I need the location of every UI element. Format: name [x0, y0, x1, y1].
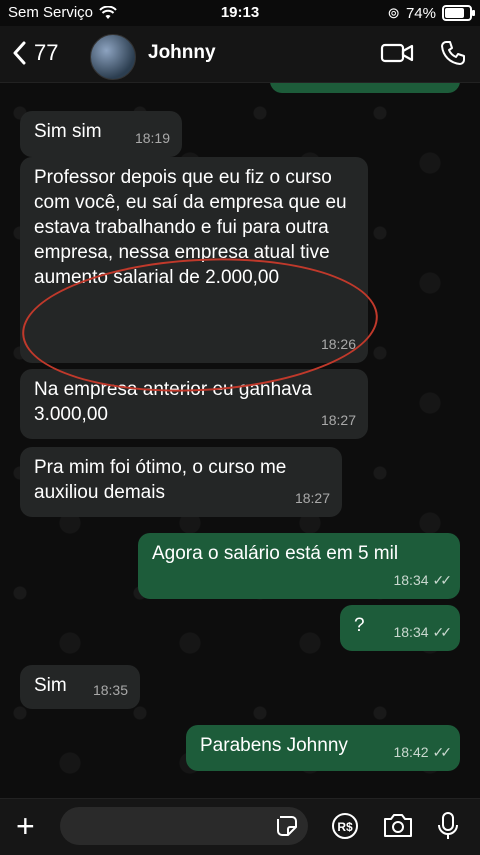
message-bubble[interactable]: Agora o salário está em 5 mil 18:34 ✓✓ — [138, 533, 460, 599]
currency-icon: R$ — [332, 813, 358, 839]
status-bar: Sem Serviço 19:13 ⊚ 74% — [0, 0, 480, 26]
input-bar: + R$ — [0, 798, 480, 855]
message-time: 18:34 — [393, 624, 429, 640]
header-actions — [380, 40, 466, 66]
message-time: 18:26 — [320, 336, 356, 352]
message-bubble[interactable]: Parabens Johnny 18:42 ✓✓ — [186, 725, 460, 771]
message-time: 18:19 — [134, 130, 170, 146]
message-status: 18:34 ✓✓ — [393, 620, 453, 645]
avatar[interactable] — [90, 34, 136, 80]
battery-icon — [442, 5, 475, 21]
chat-header: 77 Johnny — [0, 26, 480, 83]
camera-button[interactable] — [382, 811, 414, 844]
message-time: 18:27 — [294, 490, 330, 506]
chevron-left-icon — [13, 41, 26, 65]
double-check-icon: ✓✓ — [432, 744, 453, 760]
message-time: 18:34 — [393, 572, 429, 588]
message-text: Pra mim foi ótimo, o curso me auxiliou d… — [34, 457, 287, 503]
message-bubble[interactable]: Professor depois que eu fiz o curso com … — [20, 157, 368, 363]
message-input[interactable] — [60, 807, 308, 845]
message-text: Agora o salário está em 5 mil — [152, 543, 399, 564]
message-text: Parabens Johnny — [200, 735, 348, 756]
message-bubble[interactable]: Pra mim foi ótimo, o curso me auxiliou d… — [20, 447, 342, 517]
message-time: 18:27 — [320, 412, 356, 428]
sticker-icon[interactable] — [276, 815, 298, 837]
microphone-icon — [438, 812, 458, 839]
message-status: 18:34 ✓✓ — [393, 568, 453, 593]
chat-area[interactable]: Sim sim 18:19 Professor depois que eu fi… — [0, 83, 480, 798]
message-status: 18:42 ✓✓ — [393, 740, 453, 765]
microphone-button[interactable] — [436, 811, 460, 846]
message-time: 18:35 — [92, 682, 128, 698]
message-text: Sim sim — [34, 121, 102, 142]
camera-icon — [384, 814, 412, 837]
contact-name[interactable]: Johnny — [148, 42, 216, 64]
message-text: Na empresa anterior eu ganhava 3.000,00 — [34, 379, 312, 425]
message-time: 18:42 — [393, 744, 429, 760]
message-bubble[interactable]: Sim 18:35 — [20, 665, 140, 709]
message-text: Professor depois que eu fiz o curso com … — [34, 167, 347, 288]
plus-icon[interactable]: + — [16, 810, 35, 842]
double-check-icon: ✓✓ — [432, 624, 453, 640]
currency-label: R$ — [337, 820, 353, 834]
battery-percent: 74% — [405, 4, 436, 22]
unread-count: 77 — [34, 40, 59, 65]
phone-call-icon[interactable] — [440, 40, 466, 66]
message-text: ? — [354, 615, 365, 636]
rotation-lock-icon: ⊚ — [387, 5, 400, 22]
message-bubble[interactable]: ? 18:34 ✓✓ — [340, 605, 460, 651]
back-button[interactable]: 77 — [12, 40, 58, 66]
previous-message-edge — [270, 83, 460, 93]
message-bubble[interactable]: Na empresa anterior eu ganhava 3.000,00 … — [20, 369, 368, 439]
video-call-icon[interactable] — [380, 42, 414, 64]
message-text: Sim — [34, 675, 67, 696]
double-check-icon: ✓✓ — [432, 572, 453, 588]
status-right: ⊚ 74% — [387, 4, 475, 22]
message-bubble[interactable]: Sim sim 18:19 — [20, 111, 182, 157]
payment-button[interactable]: R$ — [330, 811, 360, 846]
